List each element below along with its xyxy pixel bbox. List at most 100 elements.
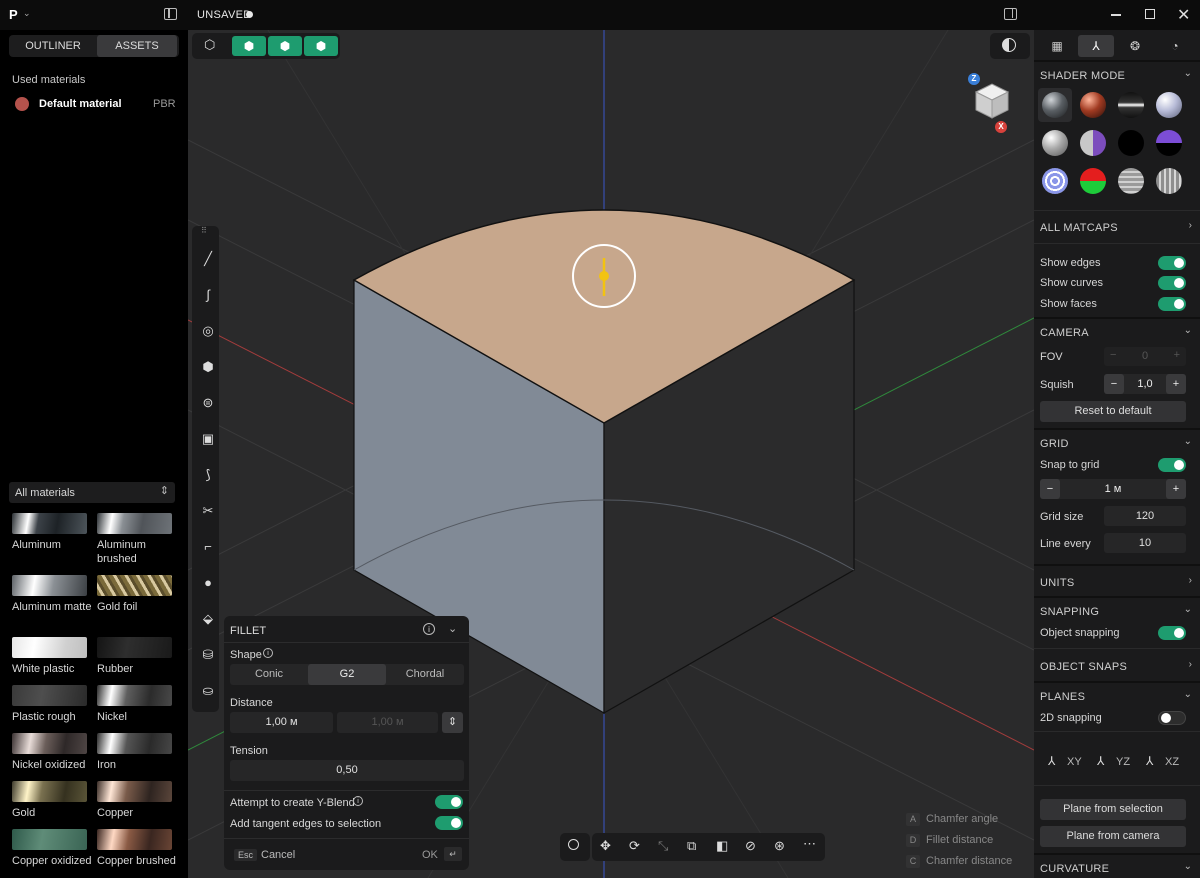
show-curves-toggle[interactable] [1158,276,1186,290]
plane-yz-icon[interactable]: ⅄ [1097,754,1104,768]
palette-grip-icon[interactable]: ⠿ [201,226,207,235]
reset-camera-button[interactable]: Reset to default [1040,401,1186,422]
chevron-down-icon[interactable]: ⌄ [1184,689,1192,700]
tab-assets[interactable]: ASSETS [97,35,177,57]
matcap-swatch[interactable] [1080,92,1106,118]
chevron-down-icon[interactable]: ⌄ [1184,436,1192,447]
yblend-info-icon[interactable]: i [353,796,363,806]
matcap-swatch[interactable] [1156,168,1182,194]
all-matcaps-link[interactable]: ALL MATCAPS [1040,222,1118,234]
tension-input[interactable]: 0,50 [230,760,464,781]
ok-button[interactable]: OK [422,849,438,861]
info-icon[interactable]: i [423,623,435,635]
toggle-right-panel-icon[interactable] [1004,8,1017,20]
box-tool-icon[interactable]: ⬙ [197,608,219,630]
plane-xz-icon[interactable]: ⅄ [1146,754,1153,768]
xray-toggle-icon[interactable] [1002,38,1016,52]
extrude-tool-icon[interactable]: ⊜ [197,392,219,414]
collapse-chevron-icon[interactable]: ⌄ [448,622,457,635]
sphere-tool-icon[interactable]: ● [197,572,219,594]
show-edges-toggle[interactable] [1158,256,1186,270]
gizmo-x-axis-icon[interactable]: X [995,121,1007,133]
rotate-icon[interactable]: ⟳ [629,838,640,854]
select-vertex-icon[interactable]: ⬡ [204,37,215,53]
shape-info-icon[interactable]: i [263,648,273,658]
app-logo[interactable]: P [9,7,18,22]
material-swatch[interactable] [97,575,172,596]
material-swatch[interactable] [12,733,87,754]
material-swatch[interactable] [12,575,87,596]
matcap-swatch[interactable] [1042,130,1068,156]
distance-input[interactable]: 1,00 м [230,712,333,733]
select-edge-icon[interactable]: ⬢ [232,36,266,56]
line-every-input[interactable]: 10 [1104,533,1186,553]
curve-tool-icon[interactable]: ∫ [197,284,219,306]
cylinder-tool-icon[interactable]: ⛁ [197,644,219,666]
material-filter-select[interactable]: All materials ⇕ [9,482,175,503]
circle-tool-icon[interactable]: ◎ [197,320,219,342]
render-view-icon[interactable]: ❂ [1116,35,1154,57]
material-swatch[interactable] [12,685,87,706]
material-swatch[interactable] [97,637,172,658]
matcap-swatch[interactable] [1156,92,1182,118]
view-cube[interactable] [972,78,1012,122]
shape-option-conic[interactable]: Conic [230,664,308,685]
shape-option-chordal[interactable]: Chordal [386,664,464,685]
matcap-swatch[interactable] [1118,92,1144,118]
app-menu-chevron-icon[interactable]: ⌄ [23,8,31,19]
material-swatch[interactable] [97,513,172,534]
chevron-down-icon[interactable]: ⌄ [1184,68,1192,79]
plane-xz-label[interactable]: XZ [1165,756,1179,768]
grid-size-input[interactable]: 120 [1104,506,1186,526]
fillet-tool-icon[interactable]: ⌐ [197,536,219,558]
squish-stepper[interactable]: − 1,0 + [1104,374,1186,394]
matcap-swatch[interactable] [1080,168,1106,194]
matcap-swatch[interactable] [1156,130,1182,156]
chevron-down-icon[interactable]: ⌄ [1184,861,1192,872]
object-snaps-header[interactable]: OBJECT SNAPS [1040,661,1127,673]
material-swatch[interactable] [97,685,172,706]
polygon-tool-icon[interactable]: ⬢ [197,356,219,378]
used-material-name[interactable]: Default material [39,98,122,110]
minimize-icon[interactable] [1111,14,1121,16]
plus-icon[interactable]: + [1166,479,1186,499]
maximize-icon[interactable] [1145,9,1155,19]
shape-option-g2[interactable]: G2 [308,664,386,685]
material-swatch[interactable] [97,781,172,802]
plus-icon[interactable]: + [1174,349,1180,361]
chevron-right-icon[interactable]: › [1189,220,1192,231]
minus-icon[interactable]: − [1104,374,1124,394]
plus-icon[interactable]: + [1166,374,1186,394]
select-body-icon[interactable]: ⬢ [304,36,338,56]
move-icon[interactable]: ✥ [600,838,611,854]
measure-tool-icon[interactable]: ⛀ [197,680,219,702]
more-icon[interactable]: ⋯ [803,836,816,852]
search-button[interactable] [560,833,590,861]
2d-snapping-toggle[interactable] [1158,711,1186,725]
spline-tool-icon[interactable]: ⟆ [197,464,219,486]
distance-secondary-input[interactable]: 1,00 м [337,712,438,733]
plane-xy-icon[interactable]: ⅄ [1048,754,1055,768]
duplicate-icon[interactable]: ⧉ [687,838,696,854]
toggle-left-panel-icon[interactable] [164,8,177,20]
tab-outliner[interactable]: OUTLINER [11,35,95,57]
scale-icon[interactable]: ⤡ [658,838,668,854]
plane-from-camera-button[interactable]: Plane from camera [1040,826,1186,847]
plane-xy-label[interactable]: XY [1067,756,1082,768]
plane-yz-label[interactable]: YZ [1116,756,1130,768]
matcap-swatch[interactable] [1042,92,1068,118]
gizmo-z-axis-icon[interactable]: Z [968,73,980,85]
material-swatch[interactable] [12,513,87,534]
yblend-toggle[interactable] [435,795,463,809]
show-faces-toggle[interactable] [1158,297,1186,311]
3d-viewport[interactable]: ⬡ ⬢ ⬢ ⬢ Z X ⠿ ╱ ∫ ◎ ⬢ ⊜ ▣ ⟆ ✂ ⌐ ● ⬙ ⛁ ⛀ … [188,30,1034,878]
boolean-icon[interactable]: ⊘ [745,838,756,854]
axes-view-icon[interactable]: ⅄ [1078,35,1114,57]
line-tool-icon[interactable]: ╱ [197,248,219,270]
matcap-swatch[interactable] [1080,130,1106,156]
link-distance-icon[interactable]: ⇕ [442,712,463,733]
intersect-icon[interactable]: ⊛ [774,838,785,854]
material-swatch[interactable] [12,637,87,658]
chevron-right-icon[interactable]: › [1189,575,1192,586]
copy-icon[interactable]: ◧ [716,838,728,854]
